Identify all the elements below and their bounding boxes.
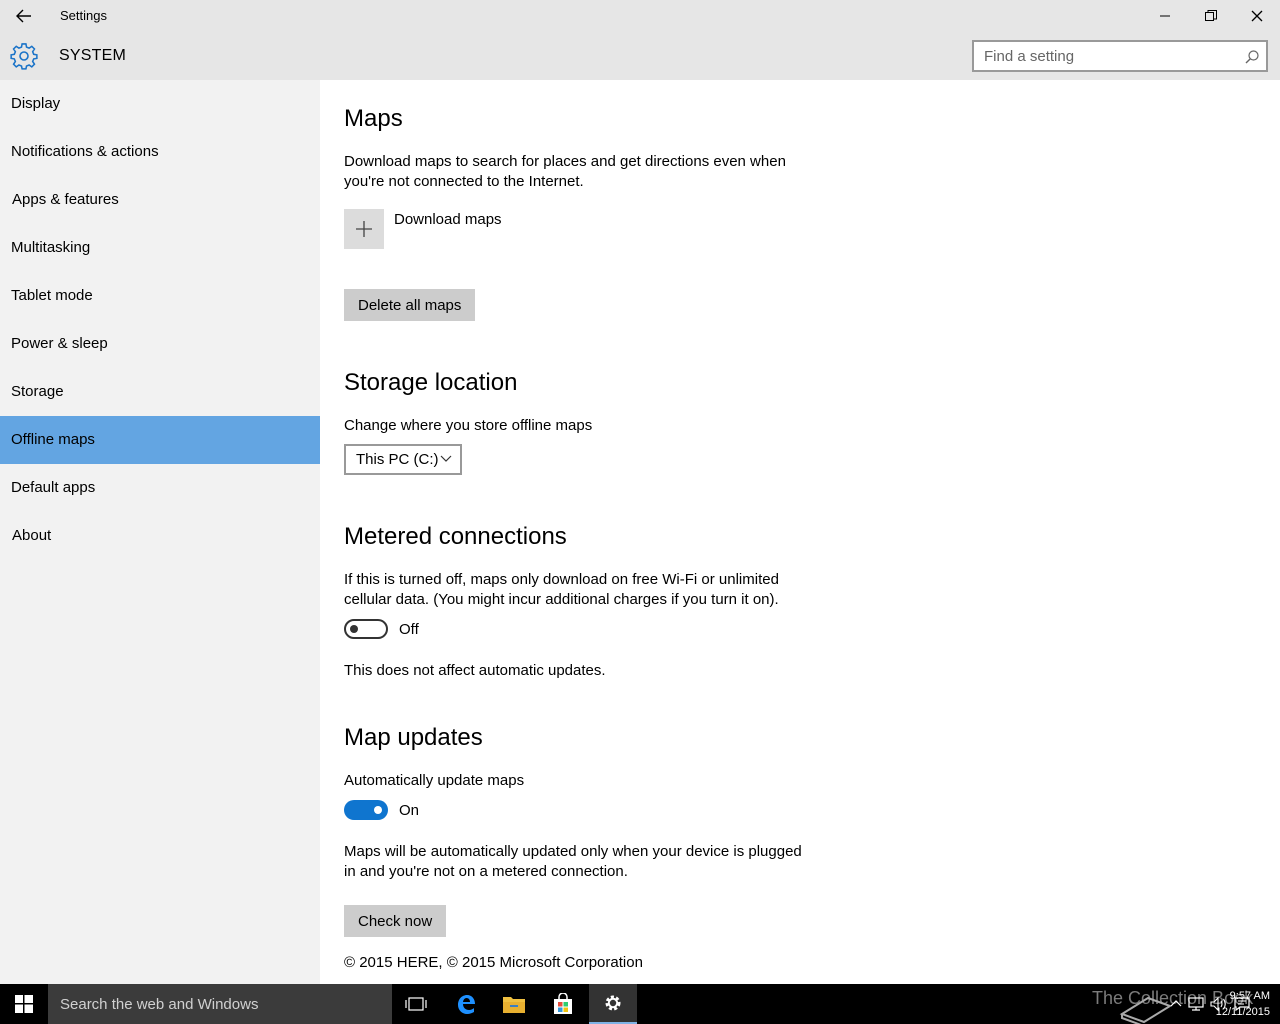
- windows-logo-icon: [15, 995, 33, 1013]
- download-maps-button[interactable]: [344, 209, 384, 249]
- metered-connections-heading: Metered connections: [344, 523, 567, 550]
- back-arrow-icon: [16, 9, 31, 23]
- map-updates-heading: Map updates: [344, 724, 483, 751]
- settings-header: SYSTEM: [0, 32, 1280, 80]
- metered-connections-description: If this is turned off, maps only downloa…: [344, 571, 779, 608]
- sidebar-item-multitasking[interactable]: Multitasking: [0, 224, 320, 272]
- storage-location-description: Change where you store offline maps: [344, 417, 593, 434]
- gear-icon: [10, 43, 38, 70]
- edge-browser-button[interactable]: [442, 984, 490, 1024]
- taskbar-clock[interactable]: 9:57 AM 12/11/2015: [1216, 988, 1270, 1020]
- close-icon: [1251, 10, 1263, 22]
- map-updates-description: Maps will be automatically updated only …: [344, 843, 802, 880]
- task-view-button[interactable]: [392, 984, 440, 1024]
- auto-update-label: Automatically update maps: [344, 772, 525, 789]
- settings-search-box[interactable]: [972, 40, 1268, 72]
- maps-heading: Maps: [344, 105, 403, 132]
- storage-location-heading: Storage location: [344, 369, 518, 396]
- auto-update-toggle[interactable]: [344, 800, 388, 820]
- sidebar-item-about[interactable]: About: [0, 512, 320, 560]
- auto-update-toggle-state: On: [399, 802, 420, 819]
- main-content: Maps Download maps to search for places …: [320, 80, 1280, 984]
- download-maps-label[interactable]: Download maps: [394, 211, 502, 228]
- metered-connections-toggle[interactable]: [344, 619, 388, 639]
- sidebar-item-default-apps[interactable]: Default apps: [0, 464, 320, 512]
- clock-time: 9:57 AM: [1229, 990, 1270, 1002]
- restore-button[interactable]: [1188, 0, 1234, 32]
- start-button[interactable]: [0, 984, 48, 1024]
- store-bag-icon: [554, 993, 572, 1014]
- sidebar-nav: Display Notifications & actions Apps & f…: [0, 80, 320, 984]
- sidebar-item-apps-features[interactable]: Apps & features: [0, 176, 320, 224]
- check-now-button[interactable]: Check now: [344, 905, 447, 937]
- minimize-button[interactable]: [1142, 0, 1188, 32]
- metered-note: This does not affect automatic updates.: [344, 662, 606, 679]
- network-icon[interactable]: [1188, 996, 1204, 1012]
- gear-icon: [605, 995, 621, 1011]
- section-title: SYSTEM: [59, 47, 126, 64]
- sidebar-item-offline-maps[interactable]: Offline maps: [0, 416, 320, 464]
- delete-all-maps-button[interactable]: Delete all maps: [344, 289, 476, 321]
- store-button[interactable]: [539, 984, 587, 1024]
- storage-location-dropdown[interactable]: This PC (C:): [344, 444, 462, 475]
- sidebar-item-display[interactable]: Display: [0, 80, 320, 128]
- plus-icon: [356, 221, 372, 237]
- search-icon[interactable]: [1244, 49, 1260, 65]
- toggle-knob: [374, 806, 382, 814]
- minimize-icon: [1160, 15, 1170, 17]
- title-bar: Settings: [0, 0, 1280, 32]
- copyright-text: © 2015 HERE, © 2015 Microsoft Corporatio…: [344, 954, 643, 971]
- task-view-icon: [405, 997, 427, 1011]
- clock-date: 12/11/2015: [1215, 1006, 1270, 1018]
- system-tray: 9:57 AM 12/11/2015: [1110, 984, 1280, 1024]
- edge-icon: [458, 995, 475, 1014]
- window-title: Settings: [60, 8, 107, 23]
- sidebar-item-tablet-mode[interactable]: Tablet mode: [0, 272, 320, 320]
- book-watermark-icon: [1119, 996, 1173, 1024]
- sidebar-item-notifications[interactable]: Notifications & actions: [0, 128, 320, 176]
- metered-toggle-state: Off: [399, 621, 419, 638]
- close-button[interactable]: [1234, 0, 1280, 32]
- sidebar-item-power-sleep[interactable]: Power & sleep: [0, 320, 320, 368]
- file-explorer-button[interactable]: [490, 984, 538, 1024]
- back-button[interactable]: [0, 0, 48, 32]
- chevron-up-icon[interactable]: [1170, 998, 1182, 1008]
- search-input[interactable]: [984, 47, 1234, 65]
- folder-icon: [503, 997, 525, 1013]
- restore-icon: [1205, 10, 1217, 21]
- chevron-down-icon: [440, 455, 452, 462]
- settings-taskbar-button[interactable]: [589, 984, 637, 1024]
- taskbar: Search the web and Windows The Collectio…: [0, 984, 1280, 1024]
- toggle-knob: [350, 625, 358, 633]
- maps-description: Download maps to search for places and g…: [344, 153, 786, 190]
- sidebar-item-storage[interactable]: Storage: [0, 368, 320, 416]
- taskbar-search-placeholder: Search the web and Windows: [60, 996, 259, 1013]
- storage-location-value: This PC (C:): [356, 451, 439, 468]
- taskbar-search-box[interactable]: Search the web and Windows: [48, 984, 392, 1024]
